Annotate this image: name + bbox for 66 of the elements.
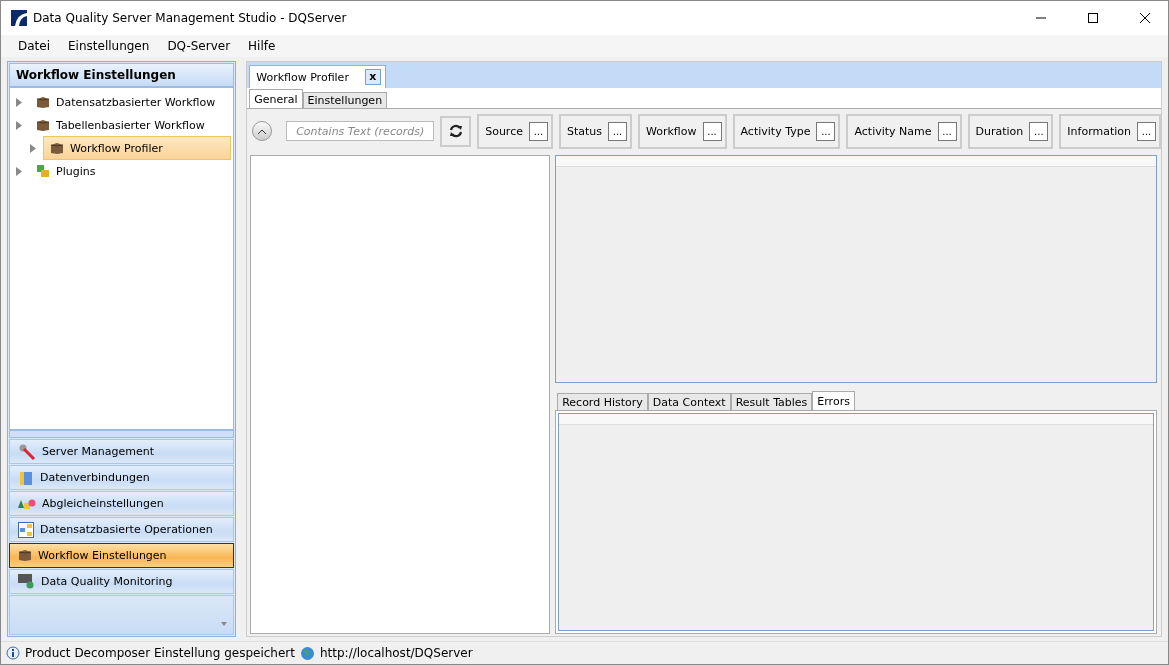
dropdown-arrow-icon[interactable]	[221, 622, 228, 626]
document-tab-label: Workflow Profiler	[256, 70, 349, 84]
expand-arrow-icon[interactable]	[16, 97, 22, 107]
diagram-icon	[18, 521, 34, 538]
tree-item[interactable]: Tabellenbasierter Workflow	[29, 113, 232, 137]
box-icon	[36, 118, 50, 132]
tree-item[interactable]: Workflow Profiler	[43, 136, 232, 160]
tab[interactable]: Record History	[557, 393, 648, 410]
tree-item[interactable]: Datensatzbasierter Workflow	[29, 90, 232, 114]
splitter-handle[interactable]	[9, 430, 235, 438]
app-logo-icon	[11, 10, 27, 26]
nav-button[interactable]: Workflow Einstellungen	[9, 543, 235, 568]
nav-button[interactable]: Datenverbindungen	[9, 465, 235, 490]
more-button[interactable]: ...	[1137, 121, 1156, 141]
expand-arrow-icon[interactable]	[16, 120, 22, 130]
tab-close-button[interactable]: x	[364, 69, 381, 85]
server-url: http://localhost/DQServer	[319, 646, 473, 660]
tab[interactable]: Data Context	[647, 393, 731, 410]
sidebar-title: Workflow Einstellungen	[9, 63, 235, 87]
more-button[interactable]: ...	[702, 121, 722, 141]
globe-icon	[299, 645, 315, 661]
expand-arrow-icon[interactable]	[30, 143, 36, 153]
database-icon	[18, 469, 34, 486]
filter-label[interactable]: Activity Type	[740, 124, 811, 138]
nav-button[interactable]: Datensatzbasierte Operationen	[9, 517, 235, 542]
status-message: Product Decomposer Einstellung gespeichert	[25, 646, 295, 660]
wrench-icon	[18, 442, 36, 461]
box-icon	[36, 95, 50, 109]
close-icon	[1140, 13, 1150, 23]
monitor-icon	[18, 574, 35, 589]
more-button[interactable]: ...	[816, 121, 836, 141]
maximize-icon	[1088, 13, 1098, 23]
filter-label[interactable]: Information	[1067, 124, 1131, 138]
expand-arrow-icon[interactable]	[16, 166, 22, 176]
filter-label[interactable]: Status	[566, 124, 602, 138]
more-button[interactable]: ...	[937, 121, 957, 141]
collapse-button[interactable]	[252, 121, 273, 141]
tree-item[interactable]: Plugins	[29, 159, 232, 183]
nav-button[interactable]: Data Quality Monitoring	[9, 569, 235, 594]
more-button[interactable]: ...	[1029, 121, 1049, 141]
nav-button[interactable]: Abgleicheinstellungen	[9, 491, 235, 516]
tab[interactable]: Einstellungen	[302, 92, 388, 108]
filter-label[interactable]: Workflow	[646, 124, 697, 138]
box-icon	[50, 141, 64, 155]
info-icon	[6, 646, 20, 660]
filter-label[interactable]: Activity Name	[854, 124, 932, 138]
refresh-button[interactable]	[440, 115, 472, 147]
document-tab[interactable]: Workflow Profiler x	[249, 65, 386, 88]
tab[interactable]: General	[249, 89, 303, 108]
box-icon	[18, 549, 32, 562]
menu-item[interactable]: DQ-Server	[158, 37, 240, 55]
tab[interactable]: Errors	[812, 391, 855, 410]
menu-item[interactable]: Hilfe	[239, 37, 285, 55]
more-button[interactable]: ...	[608, 121, 627, 141]
nav-button[interactable]: Server Management	[9, 439, 235, 464]
tab[interactable]: Result Tables	[730, 393, 813, 410]
filter-label[interactable]: Source	[485, 124, 523, 138]
filter-label[interactable]: Duration	[975, 124, 1024, 138]
search-field[interactable]: Contains Text (records)	[286, 121, 435, 141]
chevron-up-icon	[258, 128, 267, 134]
puzzle-icon	[36, 164, 50, 178]
window-title: Data Quality Server Management Studio - DQServer	[33, 11, 348, 25]
more-button[interactable]: ...	[528, 121, 548, 141]
menu-item[interactable]: Einstellungen	[59, 37, 159, 55]
refresh-icon	[448, 124, 463, 138]
menu-item[interactable]: Datei	[9, 37, 59, 55]
